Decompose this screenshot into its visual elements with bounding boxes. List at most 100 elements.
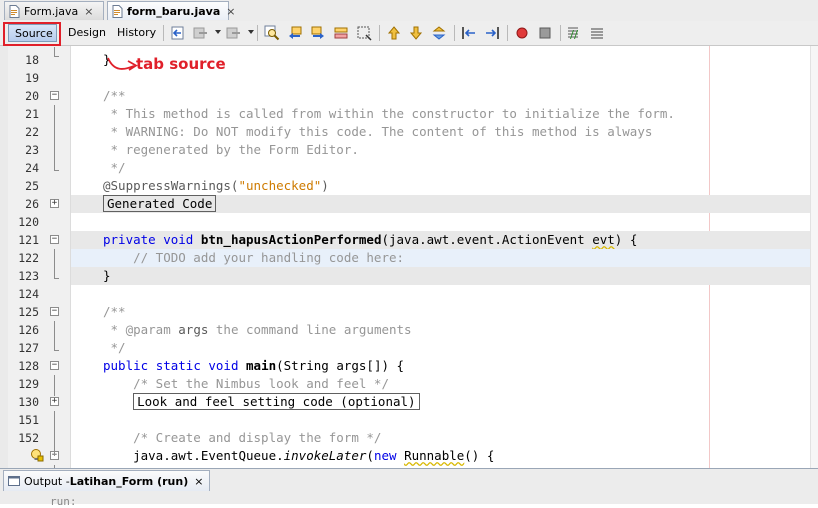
code-token: * This method is called from within the … <box>103 106 675 121</box>
code-token: ) <box>321 178 329 193</box>
code-line[interactable]: 129 /* Set the Nimbus look and feel */ <box>0 375 818 393</box>
java-file-icon <box>112 4 123 18</box>
toggle-rect-select-icon[interactable] <box>356 25 372 41</box>
hint-bulb-icon[interactable] <box>30 448 44 462</box>
code-line[interactable]: 151 <box>0 411 818 429</box>
forward-icon[interactable] <box>226 25 242 41</box>
close-icon[interactable]: × <box>84 5 93 18</box>
code-line[interactable]: 127 */ <box>0 339 818 357</box>
editor-toolbar: Source Design History <box>0 21 818 46</box>
back-icon[interactable] <box>193 25 209 41</box>
comment-icon[interactable] <box>566 25 582 41</box>
line-number: 123 <box>18 269 39 283</box>
code-line[interactable]: 124 <box>0 285 818 303</box>
code-token: main <box>246 358 277 373</box>
code-text: /* Set the Nimbus look and feel */ <box>103 375 389 393</box>
expand-fold-icon[interactable]: + <box>50 397 59 406</box>
code-line[interactable]: 120 <box>0 213 818 231</box>
history-view-button[interactable]: History <box>111 24 162 42</box>
code-text: * @param args the command line arguments <box>103 321 412 339</box>
folded-code-box[interactable]: Look and feel setting code (optional) <box>133 393 420 410</box>
line-number: 128 <box>18 359 39 373</box>
code-line[interactable]: 126 * @param args the command line argum… <box>0 321 818 339</box>
next-bookmark-icon[interactable] <box>408 25 424 41</box>
expand-fold-icon[interactable]: + <box>50 199 59 208</box>
code-token: private <box>103 232 156 247</box>
line-number: 120 <box>18 215 39 229</box>
code-line[interactable]: 24 */ <box>0 159 818 177</box>
code-text: // TODO add your handling code here: <box>103 249 404 267</box>
code-line[interactable]: 128 − public static void main(String args[… <box>0 357 818 375</box>
output-tab-title: Latihan_Form (run) <box>69 474 189 488</box>
tab-form-baru-java[interactable]: form_baru.java × <box>107 1 235 20</box>
find-next-icon[interactable] <box>310 25 326 41</box>
stop-macro-icon[interactable] <box>537 25 553 41</box>
code-line[interactable]: 125 − /** <box>0 303 818 321</box>
code-token: public <box>103 358 149 373</box>
code-text: Look and feel setting code (optional) <box>103 393 420 411</box>
code-token: * regenerated by the Form Editor. <box>103 142 359 157</box>
close-icon[interactable]: × <box>194 475 203 488</box>
last-edit-icon[interactable] <box>170 25 186 41</box>
java-file-icon <box>9 4 20 18</box>
code-token: */ <box>103 340 126 355</box>
collapse-fold-icon[interactable]: − <box>50 361 59 370</box>
code-token: java.awt.EventQueue. <box>103 448 284 463</box>
output-text: run: <box>50 495 77 508</box>
code-line[interactable]: 121 − private void btn_hapusActionPerforme… <box>18 231 810 249</box>
code-token: @SuppressWarnings( <box>103 178 239 193</box>
code-line[interactable]: 26 + Generated Code <box>25 195 810 213</box>
code-text: * This method is called from within the … <box>103 105 675 123</box>
code-text: */ <box>103 159 126 177</box>
toggle-bookmark-icon[interactable] <box>431 25 447 41</box>
code-text: private void btn_hapusActionPerformed(ja… <box>103 231 637 249</box>
find-previous-icon[interactable] <box>287 25 303 41</box>
code-text: */ <box>103 339 126 357</box>
code-token: } <box>103 268 111 283</box>
start-macro-icon[interactable] <box>514 25 530 41</box>
code-line[interactable]: 22 * WARNING: Do NOT modify this code. T… <box>0 123 818 141</box>
code-line[interactable]: 123} <box>18 267 810 285</box>
code-line[interactable]: 21 * This method is called from within t… <box>0 105 818 123</box>
code-token: (String args[]) { <box>276 358 405 373</box>
collapse-fold-icon[interactable]: − <box>50 307 59 316</box>
code-line[interactable]: − java.awt.EventQueue.invokeLater(new Ru… <box>0 447 818 465</box>
folded-code-box[interactable]: Generated Code <box>103 195 217 212</box>
find-selection-icon[interactable] <box>264 25 280 41</box>
code-token: * @param <box>103 322 179 337</box>
code-text: * WARNING: Do NOT modify this code. The … <box>103 123 653 141</box>
design-view-button[interactable]: Design <box>62 24 112 42</box>
code-token: */ <box>103 160 126 175</box>
shift-right-icon[interactable] <box>484 25 500 41</box>
output-tab[interactable]: Output - Latihan_Form (run) × <box>3 470 211 491</box>
uncomment-icon[interactable] <box>589 25 605 41</box>
code-token: /* Create and display the form */ <box>103 430 382 445</box>
code-token: (java.awt.event.ActionEvent <box>381 232 593 247</box>
tab-form-java[interactable]: Form.java × <box>4 1 104 20</box>
code-token: evt <box>592 232 615 247</box>
code-line[interactable]: 130 + Look and feel setting code (optiona… <box>0 393 818 411</box>
tab-label: form_baru.java <box>127 4 221 18</box>
previous-bookmark-icon[interactable] <box>386 25 402 41</box>
close-icon[interactable]: × <box>226 5 235 18</box>
forward-dropdown[interactable] <box>248 30 254 34</box>
back-dropdown[interactable] <box>215 30 221 34</box>
code-line[interactable]: 152 /* Create and display the form */ <box>0 429 818 447</box>
code-line[interactable]: 122 // TODO add your handling code here: <box>18 249 810 267</box>
code-line[interactable]: 20 − /** <box>0 87 818 105</box>
code-text: /* Create and display the form */ <box>103 429 381 447</box>
tab-label: Form.java <box>24 4 79 18</box>
line-number: 121 <box>18 233 39 247</box>
collapse-fold-icon[interactable]: − <box>50 91 59 100</box>
code-line[interactable]: 25 @SuppressWarnings("unchecked") <box>0 177 818 195</box>
code-text: /** <box>103 87 126 105</box>
code-token: args <box>178 322 209 337</box>
line-number: 19 <box>25 71 39 85</box>
code-line[interactable]: 23 * regenerated by the Form Editor. <box>0 141 818 159</box>
toggle-highlight-icon[interactable] <box>333 25 349 41</box>
collapse-fold-icon[interactable]: − <box>50 235 59 244</box>
line-number: 125 <box>18 305 39 319</box>
line-number: 124 <box>18 287 39 301</box>
shift-left-icon[interactable] <box>461 25 477 41</box>
